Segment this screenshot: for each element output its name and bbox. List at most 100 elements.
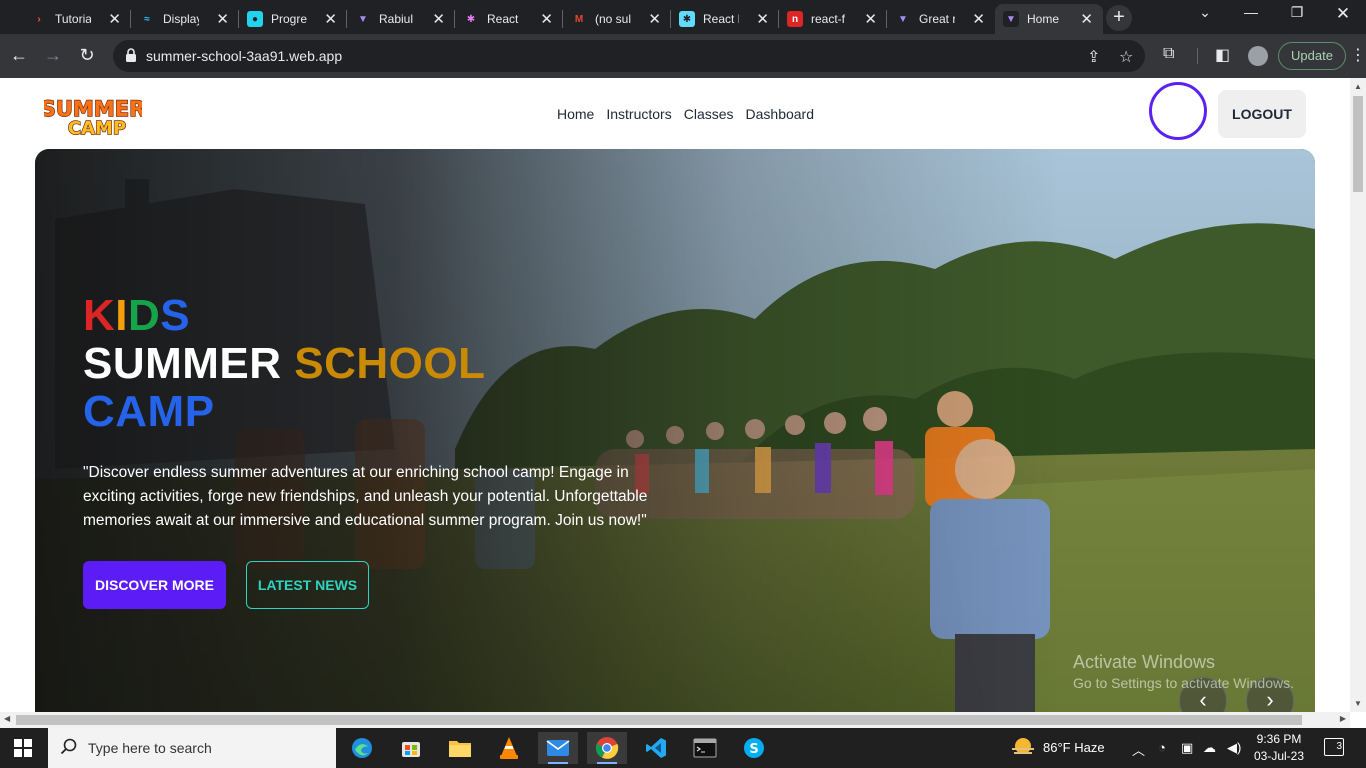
address-bar[interactable]: summer-school-3aa91.web.app ⇪ ☆ [113, 40, 1145, 72]
tab-favicon-icon: ▼ [895, 11, 911, 27]
scroll-right-icon[interactable]: ▶ [1340, 714, 1346, 723]
browser-tab[interactable]: M (no sul ✕ [563, 4, 671, 34]
new-tab-button[interactable]: + [1106, 5, 1132, 31]
file-explorer-icon[interactable] [440, 732, 480, 764]
tab-close-icon[interactable]: ✕ [108, 10, 121, 28]
latest-news-button[interactable]: LATEST NEWS [246, 561, 369, 609]
horizontal-scroll-thumb[interactable] [16, 715, 1302, 725]
watermark-line-1: Activate Windows [1073, 652, 1216, 672]
browser-tab[interactable]: ▼ Home ✕ [995, 4, 1103, 34]
terminal-app-icon[interactable] [685, 732, 725, 764]
browser-tab[interactable]: ▼ Rabiul ✕ [347, 4, 455, 34]
logo-line-2: CAMP [68, 118, 126, 136]
tab-favicon-icon: ≈ [139, 11, 155, 27]
browser-tab[interactable]: ▼ Great r ✕ [887, 4, 995, 34]
network-icon[interactable]: ☁ [1203, 740, 1216, 756]
store-app-icon[interactable] [391, 732, 431, 764]
summer-camp-logo[interactable]: SUMMER CAMP [44, 92, 142, 136]
user-avatar[interactable] [1149, 82, 1207, 140]
wifi-icon[interactable]: ◔ [1158, 740, 1166, 755]
logout-button[interactable]: LOGOUT [1218, 90, 1306, 138]
windows-start-icon[interactable] [14, 739, 32, 757]
horizontal-scrollbar[interactable]: ◀ ▶ [0, 712, 1350, 728]
taskbar-search[interactable]: Type here to search [48, 728, 336, 768]
close-window-icon[interactable]: ✕ [1328, 4, 1358, 24]
active-indicator [597, 762, 617, 764]
tab-favicon-icon: › [31, 11, 47, 27]
toolbar-divider [1197, 48, 1198, 64]
browser-tab[interactable]: ≈ Display ✕ [131, 4, 239, 34]
meet-now-icon[interactable]: ▣ [1181, 740, 1193, 756]
minimize-icon[interactable]: — [1236, 4, 1266, 20]
hero-title-camp: CAMP [83, 387, 215, 436]
tab-search-icon[interactable]: ⌄ [1190, 4, 1220, 21]
scroll-down-icon[interactable]: ▼ [1354, 699, 1362, 708]
tab-close-icon[interactable]: ✕ [1080, 10, 1093, 28]
forward-icon[interactable]: → [41, 44, 65, 68]
tab-favicon-icon: ✱ [463, 11, 479, 27]
hero-overlay [35, 149, 1315, 712]
tab-close-icon[interactable]: ✕ [432, 10, 445, 28]
kids-letter: I [115, 291, 129, 340]
tab-close-icon[interactable]: ✕ [756, 10, 769, 28]
extensions-icon[interactable]: ⧉ [1163, 45, 1174, 63]
browser-tab[interactable]: ✱ React ✕ [455, 4, 563, 34]
browser-tab[interactable]: › Tutoria ✕ [23, 4, 131, 34]
tab-title: React F [703, 12, 739, 26]
mail-app-icon[interactable] [538, 732, 578, 764]
tab-title: Progre [271, 12, 307, 26]
nav-dashboard[interactable]: Dashboard [745, 106, 816, 122]
bookmark-star-icon[interactable]: ☆ [1119, 47, 1133, 67]
side-panel-icon[interactable]: ◧ [1215, 45, 1230, 65]
weather-text[interactable]: 86°F Haze [1043, 740, 1105, 755]
tab-close-icon[interactable]: ✕ [648, 10, 661, 28]
chrome-app-icon[interactable] [587, 732, 627, 764]
scroll-up-icon[interactable]: ▲ [1354, 82, 1362, 91]
tab-close-icon[interactable]: ✕ [540, 10, 553, 28]
clock-time: 9:36 PM [1256, 732, 1302, 746]
tab-close-icon[interactable]: ✕ [324, 10, 337, 28]
site-nav: Home Instructors Classes Dashboard [556, 106, 815, 122]
scroll-left-icon[interactable]: ◀ [4, 714, 10, 723]
browser-tab-strip: › Tutoria ✕ ≈ Display ✕ ● Progre ✕ ▼ Rabiul ✕ ✱ React… [0, 0, 1366, 34]
tab-title: Rabiul [379, 12, 414, 26]
tab-favicon-icon: ▼ [355, 11, 371, 27]
taskbar-clock[interactable]: 9:36 PM 03-Jul-23 [1254, 731, 1304, 765]
restore-icon[interactable]: ❐ [1282, 4, 1312, 21]
show-hidden-icons[interactable]: ︿ [1132, 740, 1145, 759]
nav-classes[interactable]: Classes [683, 106, 735, 122]
vertical-scroll-thumb[interactable] [1353, 96, 1363, 192]
reload-icon[interactable]: ↻ [75, 44, 99, 68]
browser-tab[interactable]: n react-f ✕ [779, 4, 887, 34]
tab-title: Great r [919, 12, 955, 26]
nav-instructors[interactable]: Instructors [605, 106, 672, 122]
kids-letter: S [160, 291, 191, 340]
hero-title-line-2: SUMMER SCHOOL [83, 339, 486, 389]
tab-favicon-icon: n [787, 11, 803, 27]
edge-app-icon[interactable] [342, 732, 382, 764]
back-icon[interactable]: ← [7, 44, 31, 68]
vscode-app-icon[interactable] [636, 732, 676, 764]
browser-tab[interactable]: ✱ React F ✕ [671, 4, 779, 34]
profile-avatar[interactable] [1248, 46, 1268, 66]
browser-tab[interactable]: ● Progre ✕ [239, 4, 347, 34]
share-icon[interactable]: ⇪ [1087, 47, 1100, 67]
vertical-scrollbar[interactable]: ▲ ▼ [1350, 78, 1366, 712]
activate-windows-watermark: Activate Windows Go to Settings to activ… [1073, 652, 1294, 691]
tab-close-icon[interactable]: ✕ [864, 10, 877, 28]
tab-close-icon[interactable]: ✕ [216, 10, 229, 28]
browser-menu-icon[interactable]: ⋮ [1350, 45, 1366, 65]
update-button[interactable]: Update [1278, 42, 1346, 70]
vlc-app-icon[interactable] [489, 732, 529, 764]
notification-center-icon[interactable]: 3 [1324, 738, 1344, 756]
tab-close-icon[interactable]: ✕ [972, 10, 985, 28]
active-indicator [548, 762, 568, 764]
weather-icon[interactable] [1010, 736, 1036, 761]
windows-taskbar: Type here to search S 86°F Haze ︿ ◔ ▣ ☁ … [0, 728, 1366, 768]
tab-title: React [487, 12, 519, 26]
kids-letter: D [128, 291, 161, 340]
skype-app-icon[interactable]: S [734, 732, 774, 764]
discover-more-button[interactable]: DISCOVER MORE [83, 561, 226, 609]
volume-icon[interactable]: ◀) [1227, 740, 1241, 756]
nav-home[interactable]: Home [556, 106, 595, 122]
